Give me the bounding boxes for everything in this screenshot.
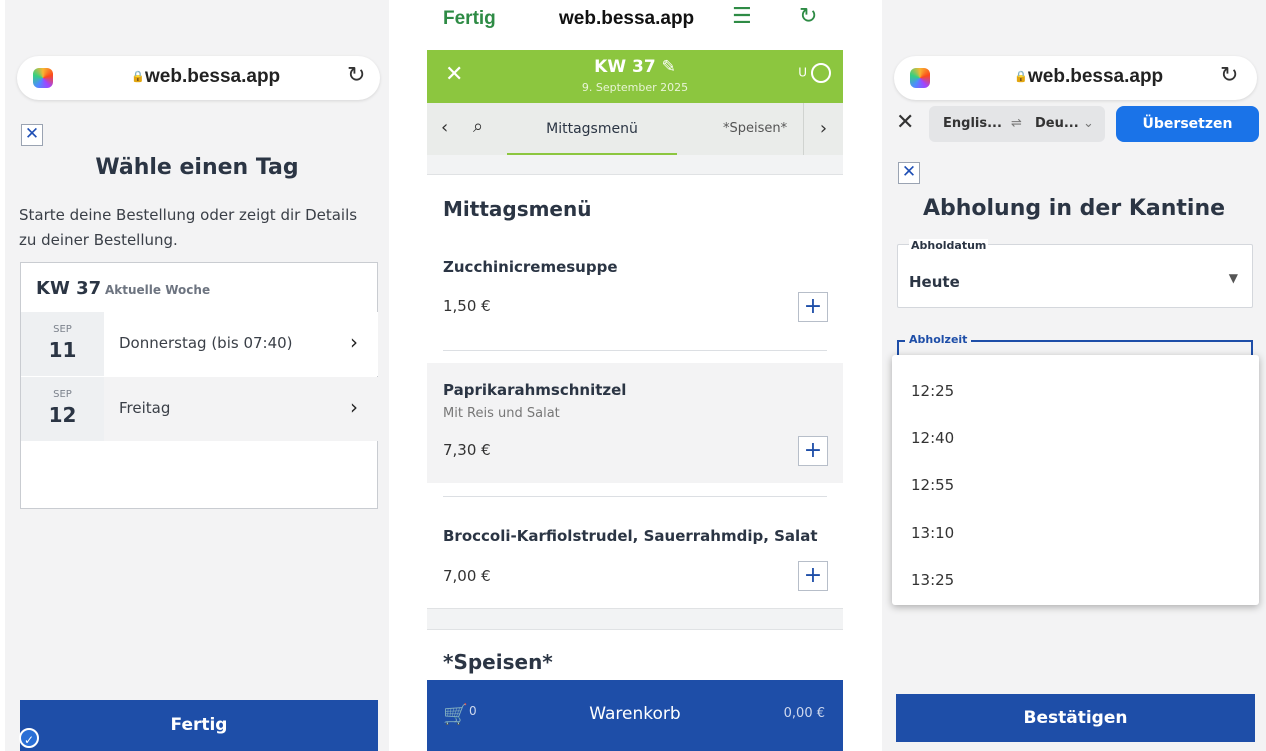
done-button[interactable]: Fertig <box>20 700 378 751</box>
reload-icon[interactable]: ↻ <box>799 4 817 29</box>
source-language: Englis... <box>943 116 1002 131</box>
pickup-time-label: Abholzeit <box>905 333 972 346</box>
day-number: 12 <box>48 403 77 427</box>
swap-icon: ⇌ <box>1011 116 1022 131</box>
cart-total: 0,00 € <box>783 706 825 721</box>
section-heading: Mittagsmenü <box>443 197 592 221</box>
page-title: Abholung in der Kantine <box>922 196 1226 221</box>
address-bar[interactable]: 🔒 web.bessa.app ↻ <box>894 56 1257 100</box>
url-host[interactable]: web.bessa.app <box>559 8 694 30</box>
day-month: SEP <box>53 389 72 400</box>
reload-icon[interactable]: ↻ <box>1220 63 1238 88</box>
day-month: SEP <box>53 324 72 335</box>
cart-bar[interactable]: 🛒 0 Warenkorb 0,00 € <box>427 680 843 751</box>
reader-icon[interactable]: ☰ <box>732 4 752 29</box>
url-host[interactable]: web.bessa.app <box>1028 66 1163 88</box>
pickup-panel: 🔒 web.bessa.app ↻ ✕ Englis... ⇌ Deu... ⌄… <box>882 0 1266 751</box>
date-box: SEP 12 <box>21 377 104 441</box>
meal-description: Mit Reis und Salat <box>443 406 560 421</box>
week-label: KW 37 <box>36 278 102 299</box>
user-menu[interactable]: U <box>798 63 831 83</box>
confirm-button[interactable]: Bestätigen <box>896 694 1255 742</box>
close-icon[interactable]: ✕ <box>896 110 914 135</box>
add-button[interactable]: + <box>798 561 828 591</box>
copilot-logo-icon[interactable] <box>33 68 53 88</box>
url-host[interactable]: web.bessa.app <box>145 66 280 88</box>
chevron-right-icon: › <box>350 330 358 354</box>
week-title[interactable]: KW 37 ✎ <box>427 57 843 77</box>
lock-icon: 🔒 <box>131 70 145 83</box>
divider <box>443 350 827 351</box>
search-icon[interactable]: ⌕ <box>473 116 483 137</box>
meal-item: Paprikarahmschnitzel Mit Reis und Salat … <box>427 363 843 483</box>
address-bar[interactable]: 🔒 web.bessa.app ↻ <box>17 56 380 100</box>
day-label: Donnerstag (bis 07:40) <box>119 334 293 352</box>
meal-item: Broccoli-Karfiolstrudel, Sauerrahmdip, S… <box>427 510 843 608</box>
close-icon[interactable]: ✕ <box>21 124 43 146</box>
day-picker-panel: 🔒 web.bessa.app ↻ ✕ Wähle einen Tag Star… <box>5 0 389 751</box>
divider <box>427 155 843 175</box>
check-badge-icon: ✓ <box>19 728 39 748</box>
section-heading: *Speisen* <box>443 650 553 674</box>
target-language: Deu... <box>1035 116 1079 131</box>
pickup-date-label: Abholdatum <box>909 239 989 252</box>
meal-price: 1,50 € <box>443 297 491 315</box>
cart-label: Warenkorb <box>589 704 681 724</box>
safari-toolbar: Fertig web.bessa.app ☰ ↻ <box>427 0 843 48</box>
day-number: 11 <box>48 338 77 362</box>
time-option[interactable]: 12:55 <box>911 476 954 494</box>
meal-price: 7,00 € <box>443 567 491 585</box>
week-date: 9. September 2025 <box>581 81 689 94</box>
time-dropdown: 12:25 12:40 12:55 13:10 13:25 <box>892 355 1259 605</box>
user-icon <box>811 63 831 83</box>
lock-icon: 🔒 <box>1014 70 1028 83</box>
chevron-right-icon[interactable]: › <box>803 103 843 155</box>
meal-price: 7,30 € <box>443 441 491 459</box>
translate-button[interactable]: Übersetzen <box>1116 106 1259 142</box>
add-button[interactable]: + <box>798 292 828 322</box>
date-box: SEP 11 <box>21 312 104 376</box>
week-sub-label: Aktuelle Woche <box>105 283 211 297</box>
week-header: ✕ KW 37 ✎ 9. September 2025 U <box>427 50 843 103</box>
week-card: KW 37 Aktuelle Woche SEP 11 Donnerstag (… <box>20 262 378 509</box>
add-button[interactable]: + <box>798 436 828 466</box>
time-option[interactable]: 12:40 <box>911 429 954 447</box>
category-tabs: ‹ ⌕ Mittagsmenü *Speisen* › <box>427 103 843 155</box>
time-option[interactable]: 12:25 <box>911 382 954 400</box>
meal-name: Paprikarahmschnitzel <box>443 381 627 399</box>
chevron-left-icon[interactable]: ‹ <box>441 117 448 138</box>
dropdown-arrow-icon: ▼ <box>1228 271 1238 285</box>
day-row-friday[interactable]: SEP 12 Freitag › <box>21 377 378 441</box>
user-initial: U <box>798 65 807 80</box>
divider <box>443 496 827 497</box>
pickup-date-value: Heute <box>909 273 960 291</box>
intro-text: Starte deine Bestellung oder zeigt dir D… <box>19 206 358 249</box>
meal-name: Zucchinicremesuppe <box>443 258 618 276</box>
reload-icon[interactable]: ↻ <box>347 63 365 88</box>
pickup-date-select[interactable]: Abholdatum Heute ▼ <box>897 239 1253 308</box>
translate-bar: ✕ Englis... ⇌ Deu... ⌄ Übersetzen <box>882 104 1266 144</box>
menu-panel: Fertig web.bessa.app ☰ ↻ ✕ KW 37 ✎ 9. Se… <box>427 0 843 751</box>
tab-speisen[interactable]: *Speisen* <box>723 103 787 155</box>
tab-mittagsmenu[interactable]: Mittagsmenü <box>507 103 677 155</box>
week-label: KW 37 <box>594 57 656 77</box>
time-option[interactable]: 13:10 <box>911 524 954 542</box>
pencil-icon: ✎ <box>661 57 676 77</box>
meal-item: Zucchinicremesuppe 1,50 € + <box>427 240 843 350</box>
copilot-logo-icon[interactable] <box>910 68 930 88</box>
chevron-right-icon: › <box>350 395 358 419</box>
page-title: Wähle einen Tag <box>95 155 299 180</box>
day-label: Freitag <box>119 399 171 417</box>
safari-done-button[interactable]: Fertig <box>443 8 496 30</box>
day-row-thursday[interactable]: SEP 11 Donnerstag (bis 07:40) › <box>21 312 378 376</box>
meal-name: Broccoli-Karfiolstrudel, Sauerrahmdip, S… <box>443 527 818 545</box>
language-selector[interactable]: Englis... ⇌ Deu... ⌄ <box>929 106 1105 142</box>
time-option[interactable]: 13:25 <box>911 571 954 589</box>
close-icon[interactable]: ✕ <box>898 162 920 184</box>
chevron-down-icon: ⌄ <box>1083 116 1094 131</box>
divider <box>427 608 843 630</box>
